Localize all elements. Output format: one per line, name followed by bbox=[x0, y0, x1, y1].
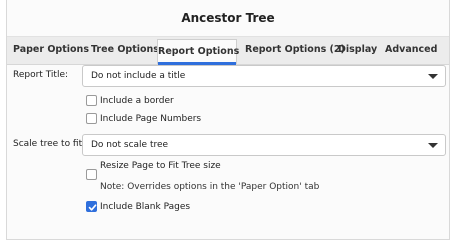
include-page-numbers-label: Include Page Numbers bbox=[100, 114, 202, 124]
scale-tree-label: Scale tree to fit: bbox=[13, 139, 86, 149]
tab-display[interactable]: Display bbox=[338, 37, 377, 64]
tab-bar: Paper Options Tree Options Report Option… bbox=[7, 36, 449, 65]
dialog-title: Ancestor Tree bbox=[181, 11, 275, 25]
scale-tree-select[interactable]: Do not scale tree bbox=[82, 134, 446, 156]
tab-advanced[interactable]: Advanced bbox=[385, 37, 437, 64]
tab-report-options-label: Report Options bbox=[158, 46, 240, 57]
report-title-label: Report Title: bbox=[13, 70, 69, 80]
tab-paper-options[interactable]: Paper Options bbox=[13, 37, 89, 64]
resize-page-checkbox[interactable] bbox=[86, 169, 97, 180]
include-blank-pages-checkbox[interactable] bbox=[86, 201, 97, 212]
include-page-numbers-checkbox[interactable] bbox=[86, 113, 97, 124]
resize-page-note: Note: Overrides options in the 'Paper Op… bbox=[100, 182, 320, 192]
ancestor-tree-dialog: Ancestor Tree Paper Options Tree Options… bbox=[6, 0, 450, 240]
resize-page-label: Resize Page to Fit Tree size bbox=[100, 161, 221, 171]
tab-report-options[interactable]: Report Options bbox=[157, 39, 240, 65]
scale-tree-value: Do not scale tree bbox=[91, 140, 169, 150]
dropdown-arrow-icon bbox=[428, 143, 438, 148]
tab-tree-options[interactable]: Tree Options bbox=[91, 37, 159, 64]
include-blank-pages-label: Include Blank Pages bbox=[100, 202, 191, 212]
report-title-select[interactable]: Do not include a title bbox=[82, 65, 446, 87]
tab-report-options-2[interactable]: Report Options (2) bbox=[245, 37, 345, 64]
include-border-checkbox[interactable] bbox=[86, 95, 97, 106]
include-border-label: Include a border bbox=[100, 96, 174, 106]
dropdown-arrow-icon bbox=[428, 74, 438, 79]
report-title-value: Do not include a title bbox=[91, 71, 186, 81]
checkmark-icon bbox=[88, 204, 97, 211]
